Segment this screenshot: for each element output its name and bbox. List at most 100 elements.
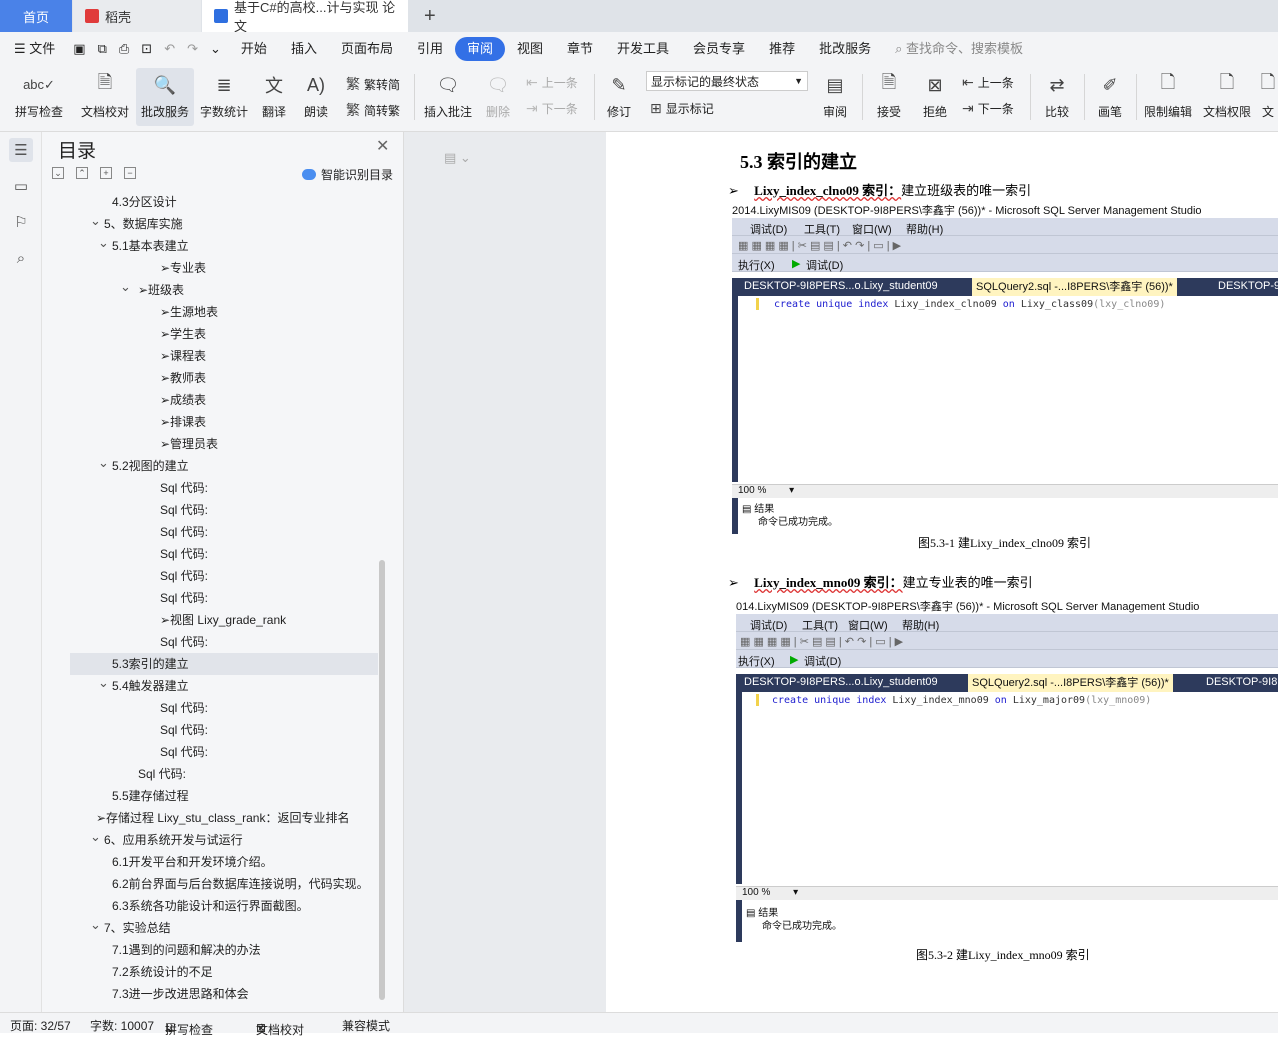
menu-devtools[interactable]: 开发工具 xyxy=(605,37,681,61)
toc-item[interactable]: ➢专业表 xyxy=(70,257,378,279)
chevron-down-icon[interactable]: ⌄ xyxy=(90,826,101,848)
chevron-down-icon[interactable]: ⌄ xyxy=(98,232,109,254)
accept-button[interactable]: 🗎 接受 xyxy=(868,68,910,126)
menu-review-service[interactable]: 批改服务 xyxy=(807,37,883,61)
search-icon[interactable]: ⌕ xyxy=(9,246,33,270)
menu-section[interactable]: 章节 xyxy=(555,37,605,61)
toc-item[interactable]: 7.1遇到的问题和解决的办法 xyxy=(70,939,378,961)
word-count[interactable]: 字数: 10007 xyxy=(90,1017,154,1034)
close-icon[interactable]: ✕ xyxy=(376,136,389,156)
track-changes-button[interactable]: ✎ 修订 xyxy=(598,68,640,126)
save-icon[interactable]: ▣ xyxy=(67,37,91,61)
show-markup-button[interactable]: ⊞ 显示标记 xyxy=(650,100,714,117)
toc-item[interactable]: ➢排课表 xyxy=(70,411,378,433)
toc-icon[interactable]: ☰ xyxy=(9,138,33,162)
toc-item[interactable]: 5.3索引的建立 xyxy=(70,653,378,675)
toc-item[interactable]: ⌄ 5.1基本表建立 xyxy=(70,235,378,257)
toc-item[interactable]: Sql 代码: xyxy=(70,477,378,499)
menu-layout[interactable]: 页面布局 xyxy=(329,37,405,61)
doc-permission-button[interactable]: 🗋 文档权限 xyxy=(1200,68,1254,126)
toc-item[interactable]: Sql 代码: xyxy=(70,763,378,785)
tab-daoke[interactable]: 稻壳 xyxy=(73,0,201,32)
insert-comment-button[interactable]: 🗨 插入批注 xyxy=(420,68,476,126)
menu-member[interactable]: 会员专享 xyxy=(681,37,757,61)
toc-item[interactable]: ➢存储过程 Lixy_stu_class_rank：返回专业排名 xyxy=(70,807,378,829)
toc-item[interactable]: ⌄ 6、应用系统开发与试运行 xyxy=(70,829,378,851)
next-comment-button[interactable]: ⇥ 下一条 xyxy=(526,100,578,117)
preview-icon[interactable]: ⊡ xyxy=(135,37,158,61)
toc-item[interactable]: Sql 代码: xyxy=(70,521,378,543)
toc-item[interactable]: Sql 代码: xyxy=(70,565,378,587)
translate-button[interactable]: 文翻译 xyxy=(254,68,294,126)
pages-icon[interactable]: ▭ xyxy=(9,174,33,198)
menu-recommend[interactable]: 推荐 xyxy=(757,37,807,61)
prev-comment-button[interactable]: ⇤ 上一条 xyxy=(526,74,578,91)
file-menu[interactable]: ☰ 文件 xyxy=(0,37,67,61)
next-change-button[interactable]: ⇥ 下一条 xyxy=(962,100,1014,117)
new-tab-button[interactable]: + xyxy=(424,0,436,32)
prev-change-button[interactable]: ⇤ 上一条 xyxy=(962,74,1014,91)
toc-item[interactable]: ⌄ 5.4触发器建立 xyxy=(70,675,378,697)
toc-item[interactable]: ➢成绩表 xyxy=(70,389,378,411)
toc-item[interactable]: Sql 代码: xyxy=(70,719,378,741)
compare-button[interactable]: ⇄ 比较 xyxy=(1036,68,1078,126)
menu-reference[interactable]: 引用 xyxy=(405,37,455,61)
toc-item[interactable]: ➢生源地表 xyxy=(70,301,378,323)
menu-insert[interactable]: 插入 xyxy=(279,37,329,61)
toc-item[interactable]: 6.1开发平台和开发环境介绍。 xyxy=(70,851,378,873)
bookmark-icon[interactable]: ⚐ xyxy=(9,210,33,234)
pen-button[interactable]: ✐ 画笔 xyxy=(1090,68,1130,126)
toc-item[interactable]: Sql 代码: xyxy=(70,543,378,565)
read-aloud-button[interactable]: A) 朗读 xyxy=(296,68,336,126)
document-page[interactable]: 5.3 索引的建立 ➢ Lixy_index_clno09 索引：建立班级表的唯… xyxy=(606,132,1278,1012)
expand-up-icon[interactable]: ⌃ xyxy=(76,167,88,179)
restrict-edit-button[interactable]: 🗋 限制编辑 xyxy=(1140,68,1196,126)
chevron-down-icon[interactable]: ⌄ xyxy=(98,452,109,474)
toc-item[interactable]: 5.5建存储过程 xyxy=(70,785,378,807)
chevron-down-icon[interactable]: ⌄ xyxy=(98,672,109,694)
chevron-down-icon[interactable]: ⌄ xyxy=(90,914,101,936)
smart-toc-button[interactable]: 智能识别目录 xyxy=(302,166,393,183)
print-icon[interactable]: ⎙ xyxy=(113,37,135,61)
toc-item[interactable]: Sql 代码: xyxy=(70,631,378,653)
toc-item[interactable]: ⌄ 7、实验总结 xyxy=(70,917,378,939)
export-icon[interactable]: ⧉ xyxy=(92,37,113,61)
spellcheck-button[interactable]: abc✓ 拼写检查 xyxy=(6,68,72,126)
tab-document[interactable]: 基于C#的高校...计与实现 论文 xyxy=(202,0,408,34)
delete-comment-button[interactable]: 🗨 删除 xyxy=(478,68,518,126)
toc-item[interactable]: Sql 代码: xyxy=(70,499,378,521)
remove-heading-icon[interactable]: − xyxy=(124,167,136,179)
command-search[interactable]: ⌕ 查找命令、搜索模板 xyxy=(883,37,1035,61)
toc-item[interactable]: 6.2前台界面与后台数据库连接说明，代码实现。 xyxy=(70,873,378,895)
toc-item[interactable]: ⌄ 5、数据库实施 xyxy=(70,213,378,235)
toc-item[interactable]: Sql 代码: xyxy=(70,697,378,719)
chevron-down-icon[interactable]: ⌄ xyxy=(90,210,101,232)
menu-view[interactable]: 视图 xyxy=(505,37,555,61)
review-pane-button[interactable]: ▤ 审阅 xyxy=(814,68,856,126)
toc-item[interactable]: Sql 代码: xyxy=(70,587,378,609)
paragraph-options-icon[interactable]: ▤ ⌄ xyxy=(444,150,471,166)
toc-item[interactable]: 7.3进一步改进思路和体会 xyxy=(70,983,378,1005)
toc-item[interactable]: ➢课程表 xyxy=(70,345,378,367)
review-service-button[interactable]: 🔍 批改服务 xyxy=(136,68,194,126)
word-count-button[interactable]: ≣ 字数统计 xyxy=(196,68,252,126)
tab-home[interactable]: 首页 xyxy=(0,0,72,32)
toc-item[interactable]: ➢管理员表 xyxy=(70,433,378,455)
reject-button[interactable]: ⊠ 拒绝 xyxy=(914,68,956,126)
doc-more-button[interactable]: 🗋 文 xyxy=(1258,68,1278,126)
undo-icon[interactable]: ↶ xyxy=(158,37,181,61)
toc-item[interactable]: ➢视图 Lixy_grade_rank xyxy=(70,609,378,631)
page-indicator[interactable]: 页面: 32/57 xyxy=(10,1017,71,1034)
collapse-all-icon[interactable]: ⌄ xyxy=(52,167,64,179)
add-heading-icon[interactable]: + xyxy=(100,167,112,179)
display-state-select[interactable]: 显示标记的最终状态 ▼ xyxy=(646,71,808,91)
toc-item[interactable]: 7.2系统设计的不足 xyxy=(70,961,378,983)
toc-item[interactable]: Sql 代码: xyxy=(70,741,378,763)
toc-item[interactable]: 6.3系统各功能设计和运行界面截图。 xyxy=(70,895,378,917)
toc-item[interactable]: ⌄ ➢班级表 xyxy=(70,279,378,301)
toc-item[interactable]: ➢学生表 xyxy=(70,323,378,345)
toc-item[interactable]: ⌄ 5.2视图的建立 xyxy=(70,455,378,477)
toc-scrollbar[interactable] xyxy=(379,560,385,1000)
toc-item[interactable]: 4.3分区设计 xyxy=(70,191,378,213)
redo-icon[interactable]: ↷ xyxy=(181,37,204,61)
